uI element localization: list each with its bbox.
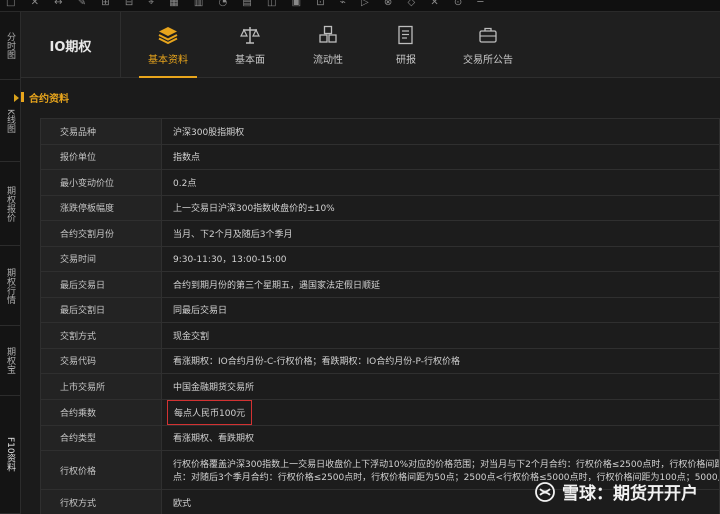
tab-liquidity[interactable]: 流动性 (304, 12, 352, 78)
sidebar-tab-label: K线图 (5, 108, 15, 133)
table-row: 报价单位 指数点 (40, 143, 720, 170)
section-marker (21, 92, 24, 102)
row-value: 指数点 (161, 143, 720, 170)
tab-basic-info[interactable]: 基本资料 (139, 12, 197, 78)
contract-spec-table: 交易品种 沪深300股指期权 报价单位 指数点 最小变动价位 0.2点 涨跌停板幅度上… (40, 118, 720, 514)
watermark-text: 雪球：期货开开户 (562, 484, 698, 504)
row-key: 最小变动价位 (40, 169, 162, 196)
table-row: 上市交易所 中国金融期货交易所 (40, 373, 720, 400)
sidebar-expand-arrow-icon[interactable] (14, 94, 19, 102)
row-key: 最后交割日 (40, 296, 162, 323)
sidebar-tab-option-tool[interactable]: 期权宝 (0, 326, 21, 396)
row-key: 交割方式 (40, 322, 162, 349)
row-value: 当月、下2个月及随后3个季月 (161, 220, 720, 247)
layers-icon (158, 27, 178, 45)
row-value: 看涨期权：IO合约月份-C-行权价格；看跌期权：IO合约月份-P-行权价格 (161, 347, 720, 374)
sidebar-tab-option-quote[interactable]: 期权报价 (0, 162, 21, 246)
sidebar-tab-option-market[interactable]: 期权行情 (0, 246, 21, 326)
row-key: 行权方式 (40, 489, 162, 514)
left-sidebar: 分时图 K线图 期权报价 期权行情 期权宝 F10资料 (0, 12, 21, 514)
table-row: 最小变动价位 0.2点 (40, 169, 720, 196)
sidebar-tab-timeshare[interactable]: 分时图 (0, 12, 21, 80)
sidebar-tab-label: F10资料 (5, 437, 15, 472)
sidebar-tab-f10[interactable]: F10资料 (0, 396, 21, 514)
sidebar-tab-label: 分时图 (5, 32, 15, 59)
row-value: 中国金融期货交易所 (161, 373, 720, 400)
report-icon (398, 25, 413, 45)
value-line: 行权价格覆盖沪深300指数上一交易日收盘价上下浮动10%对应的价格范围；对当月与… (173, 460, 719, 470)
table-row: 最后交割日 同最后交易日 (40, 296, 720, 323)
tab-fundamentals[interactable]: 基本面 (226, 12, 274, 78)
cubes-icon (319, 25, 337, 43)
row-key: 交易代码 (40, 347, 162, 374)
sidebar-tab-label: 期权报价 (5, 185, 15, 222)
row-key: 合约类型 (40, 424, 162, 451)
section-title: 合约资料 (29, 94, 69, 105)
table-row: 最后交易日 合约到期月份的第三个星期五，遇国家法定假日顺延 (40, 271, 720, 298)
snowball-logo-icon (535, 481, 555, 502)
tab-label: 研报 (396, 55, 416, 66)
row-value: 上一交易日沪深300指数收盘价的±10% (161, 194, 720, 221)
row-key: 报价单位 (40, 143, 162, 170)
tab-label: 基本资料 (148, 55, 188, 66)
toolbar-icons[interactable]: □ ✕ ↔ ✎ ⊞ ⊟ ⌖ ▦ ▥ ◔ ▤ ◫ ▣ ⊡ ⌁ ▷ ⊗ ◇ ✕ ⊙ … (6, 0, 489, 8)
row-key: 合约交割月份 (40, 220, 162, 247)
row-key: 交易时间 (40, 245, 162, 272)
row-value-cell: 每点人民币100元 (161, 398, 720, 426)
scale-icon (240, 27, 260, 44)
row-key: 行权价格 (40, 450, 162, 490)
table-row: 合约交割月份 当月、下2个月及随后3个季月 (40, 220, 720, 247)
row-key: 涨跌停板幅度 (40, 194, 162, 221)
table-row: 合约乘数 每点人民币100元 (40, 398, 720, 426)
sidebar-tab-kline[interactable]: K线图 (0, 80, 21, 162)
row-key: 上市交易所 (40, 373, 162, 400)
tab-label: 交易所公告 (463, 55, 513, 66)
section-header: 合约资料 (21, 78, 720, 116)
row-value: 9:30-11:30，13:00-15:00 (161, 245, 720, 272)
row-value: 0.2点 (161, 169, 720, 196)
tab-exchange-announcements[interactable]: 交易所公告 (458, 12, 518, 78)
table-row: 交割方式 现金交割 (40, 322, 720, 349)
tab-label: 流动性 (313, 55, 343, 66)
table-row: 交易时间 9:30-11:30，13:00-15:00 (40, 245, 720, 272)
contract-table-container: 交易品种 沪深300股指期权 报价单位 指数点 最小变动价位 0.2点 涨跌停板幅度上… (40, 118, 720, 514)
highlighted-value: 每点人民币100元 (167, 400, 253, 424)
row-key: 交易品种 (40, 118, 162, 145)
row-value: 现金交割 (161, 322, 720, 349)
page-header: IO期权 基本资料 基本面 流动性 研报 交易所公告 (21, 12, 720, 78)
table-row: 交易代码 看涨期权：IO合约月份-C-行权价格；看跌期权：IO合约月份-P-行权价… (40, 347, 720, 374)
row-key: 最后交易日 (40, 271, 162, 298)
sidebar-tab-label: 期权宝 (5, 347, 15, 374)
table-row: 合约类型 看涨期权、看跌期权 (40, 424, 720, 451)
tab-label: 基本面 (235, 55, 265, 66)
row-value: 同最后交易日 (161, 296, 720, 323)
top-toolbar: □ ✕ ↔ ✎ ⊞ ⊟ ⌖ ▦ ▥ ◔ ▤ ◫ ▣ ⊡ ⌁ ▷ ⊗ ◇ ✕ ⊙ … (0, 0, 720, 12)
row-value: 看涨期权、看跌期权 (161, 424, 720, 451)
row-value: 沪深300股指期权 (161, 118, 720, 145)
watermark: 雪球：期货开开户 (534, 479, 698, 504)
sidebar-tab-label: 期权行情 (5, 267, 15, 304)
row-value: 合约到期月份的第三个星期五，遇国家法定假日顺延 (161, 271, 720, 298)
table-row: 涨跌停板幅度 上一交易日沪深300指数收盘价的±10% (40, 194, 720, 221)
table-row: 交易品种 沪深300股指期权 (40, 118, 720, 145)
page-title: IO期权 (21, 12, 121, 78)
briefcase-icon (479, 27, 497, 43)
row-key: 合约乘数 (40, 398, 162, 426)
tab-research[interactable]: 研报 (388, 12, 424, 78)
